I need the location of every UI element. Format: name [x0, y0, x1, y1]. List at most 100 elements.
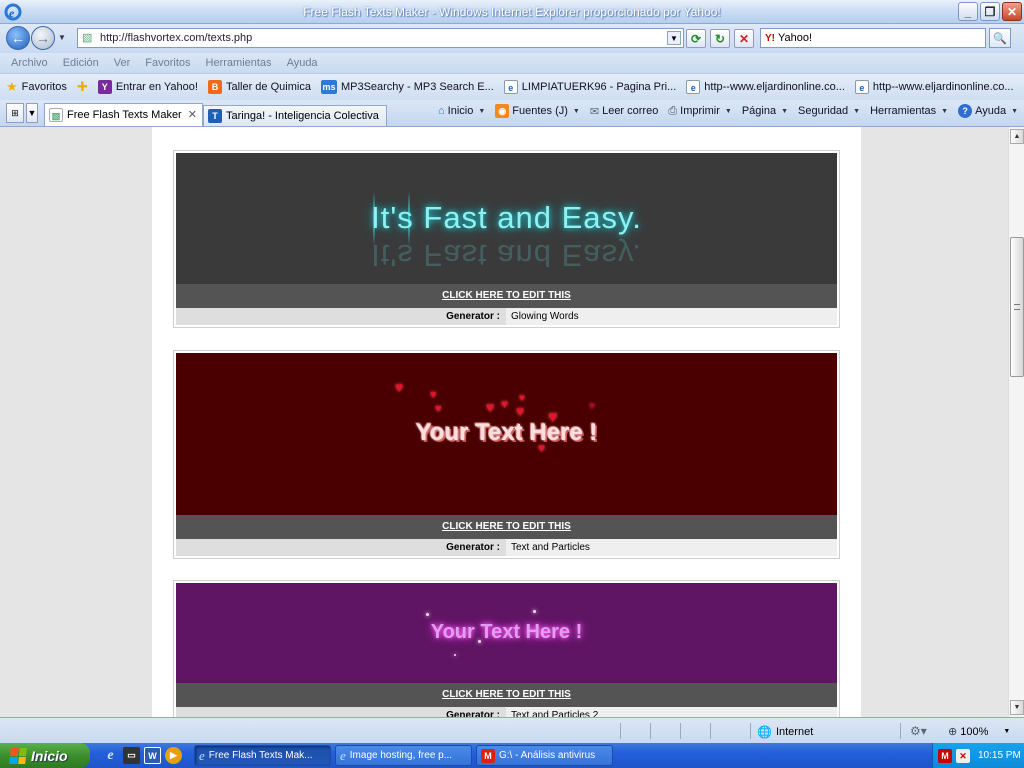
chevron-down-icon: ▼	[781, 107, 789, 115]
chevron-down-icon[interactable]: ▼	[573, 108, 580, 115]
print-button[interactable]: ⎙ Imprimir ▼	[668, 105, 731, 118]
antivirus-tray-icon[interactable]: M	[938, 748, 952, 763]
generator-card-text-particles: ♥ ♥ ♥ ♥ ♥ ♥ ♥ ♥ ♥ ♥ Your Text Here ! CLI…	[173, 350, 840, 559]
edit-link[interactable]: CLICK HERE TO EDIT THIS	[176, 284, 837, 308]
add-favorite-button[interactable]: ✚	[77, 79, 88, 95]
favorite-item-mp3searchy[interactable]: ms MP3Searchy - MP3 Search E...	[320, 80, 494, 94]
close-window-button[interactable]: ✕	[1002, 2, 1022, 21]
flash-banner-particles-2[interactable]: Your Text Here !	[176, 583, 837, 683]
word-quicklaunch-icon[interactable]: W	[144, 747, 161, 764]
generator-card-text-particles-2: Your Text Here ! CLICK HERE TO EDIT THIS…	[173, 580, 840, 717]
heart-particle-icon: ♥	[430, 389, 437, 401]
ie-page-icon: e	[503, 80, 518, 94]
chevron-down-icon: ▼	[941, 107, 949, 115]
clock[interactable]: 10:15 PM	[978, 750, 1021, 761]
chevron-down-icon[interactable]: ▼	[478, 108, 485, 115]
favorite-item-limpiatuerk[interactable]: e LIMPIATUERK96 - Pagina Pri...	[503, 80, 676, 94]
start-button[interactable]: Inicio	[0, 743, 90, 768]
scrollbar-thumb[interactable]	[1010, 237, 1024, 377]
zoom-icon: ⊕	[948, 726, 958, 738]
desktop-quicklaunch-icon[interactable]: ▭	[123, 747, 140, 764]
forward-button[interactable]: →	[31, 26, 55, 50]
minimize-button[interactable]: _	[958, 2, 978, 21]
scroll-up-icon[interactable]: ▲	[1010, 129, 1024, 144]
heart-particle-icon: ♥	[516, 403, 525, 419]
scroll-down-icon[interactable]: ▼	[1010, 700, 1024, 715]
search-input[interactable]: Y! Yahoo!	[760, 28, 986, 48]
taskbar: Inicio e ▭ W ▶ e Free Flash Texts Mak...…	[0, 743, 1024, 768]
menu-bar: Archivo Edición Ver Favoritos Herramient…	[0, 53, 1024, 73]
grip-icon	[1014, 304, 1020, 310]
home-icon: ⌂	[438, 105, 445, 117]
favorites-bar: ★ Favoritos ✚ Y Entrar en Yahoo! B Talle…	[0, 73, 1024, 100]
edit-link[interactable]: CLICK HERE TO EDIT THIS	[176, 515, 837, 539]
zoom-control[interactable]: ⊕ 100% ▼	[948, 725, 1011, 739]
search-placeholder: Yahoo!	[778, 32, 813, 44]
menu-tools[interactable]: Herramientas	[206, 57, 272, 69]
menu-favorites[interactable]: Favoritos	[145, 57, 190, 69]
security-alert-tray-icon[interactable]: ✕	[956, 748, 970, 763]
media-player-quicklaunch-icon[interactable]: ▶	[165, 747, 182, 764]
safety-menu-button[interactable]: Seguridad ▼	[798, 105, 860, 117]
task-image-hosting[interactable]: e Image hosting, free p...	[335, 745, 472, 766]
history-dropdown-icon[interactable]: ▼	[58, 33, 66, 42]
heart-particle-icon: ♥	[395, 379, 404, 395]
task-antivirus[interactable]: M G:\ - Análisis antivirus	[476, 745, 613, 766]
favorite-item-yahoo[interactable]: Y Entrar en Yahoo!	[97, 80, 198, 94]
window-title: Free Flash Texts Maker - Windows Interne…	[303, 5, 721, 19]
favorite-item-eljardin-1[interactable]: e http--www.eljardinonline.co...	[686, 80, 845, 94]
star-icon: ★	[6, 79, 18, 94]
search-button[interactable]: 🔍	[989, 28, 1011, 48]
ie-page-icon: e	[854, 80, 869, 94]
flash-banner-glowing[interactable]: It's Fast and Easy. It's Fast and Easy.	[176, 153, 837, 284]
home-button[interactable]: ⌂ Inicio ▼	[438, 105, 485, 117]
windows-flag-icon	[9, 747, 27, 764]
favorite-item-quimica[interactable]: B Taller de Quimica	[207, 80, 311, 94]
tab-list-dropdown-icon[interactable]: ▼	[26, 103, 38, 123]
ie-quicklaunch-icon[interactable]: e	[102, 747, 119, 764]
menu-help[interactable]: Ayuda	[287, 57, 318, 69]
feeds-button[interactable]: ◉ Fuentes (J) ▼	[495, 104, 580, 118]
task-free-flash-texts[interactable]: e Free Flash Texts Mak...	[194, 745, 331, 766]
status-separator	[620, 723, 621, 739]
tab-taringa[interactable]: T Taringa! - Inteligencia Colectiva	[203, 105, 387, 126]
heart-particle-icon: ♥	[435, 403, 442, 415]
address-bar[interactable]: ▧ http://flashvortex.com/texts.php ▼	[77, 28, 684, 48]
restore-button[interactable]: ❐	[980, 2, 1000, 21]
address-dropdown-icon[interactable]: ▼	[667, 31, 681, 45]
status-separator	[680, 723, 681, 739]
close-tab-icon[interactable]: ✕	[188, 108, 197, 121]
chevron-down-icon: ▼	[1011, 107, 1019, 115]
generator-card-glowing-words: It's Fast and Easy. It's Fast and Easy. …	[173, 150, 840, 328]
back-button[interactable]: ←	[6, 26, 30, 50]
compatibility-button[interactable]: ⟳	[686, 29, 706, 48]
tools-menu-button[interactable]: Herramientas ▼	[870, 105, 948, 117]
tab-free-flash-texts[interactable]: ▧ Free Flash Texts Maker ✕	[44, 103, 203, 126]
vertical-scrollbar[interactable]: ▲ ▼	[1008, 127, 1024, 717]
flash-banner-particles[interactable]: ♥ ♥ ♥ ♥ ♥ ♥ ♥ ♥ ♥ ♥ Your Text Here !	[176, 353, 837, 515]
yahoo-icon: Y	[97, 80, 112, 94]
protected-mode-icon[interactable]: ⚙▾	[910, 724, 927, 738]
generator-value: Text and Particles 2	[511, 710, 599, 717]
system-tray: M ✕ 10:15 PM	[932, 743, 1024, 768]
page-column: It's Fast and Easy. It's Fast and Easy. …	[152, 127, 861, 717]
quick-tabs-icon[interactable]: ⊞	[6, 103, 24, 123]
stop-button[interactable]: ✕	[734, 29, 754, 48]
security-zone[interactable]: 🌐 Internet	[757, 725, 813, 739]
help-menu-button[interactable]: ? Ayuda ▼	[958, 104, 1018, 118]
help-icon: ?	[958, 104, 973, 118]
refresh-button[interactable]: ↻	[710, 29, 730, 48]
menu-file[interactable]: Archivo	[11, 57, 48, 69]
chevron-down-icon: ▼	[1003, 728, 1011, 735]
ie-task-icon: e	[340, 747, 346, 763]
menu-edit[interactable]: Edición	[63, 57, 99, 69]
generator-row: Generator : Glowing Words	[176, 308, 837, 325]
favorite-item-eljardin-2[interactable]: e http--www.eljardinonline.co...	[854, 80, 1014, 94]
read-mail-button[interactable]: ✉ Leer correo	[590, 105, 658, 118]
edit-link[interactable]: CLICK HERE TO EDIT THIS	[176, 683, 837, 707]
tab-bar: ⊞ ▼ ▧ Free Flash Texts Maker ✕ T Taringa…	[0, 100, 1024, 127]
chevron-down-icon[interactable]: ▼	[725, 108, 732, 115]
page-menu-button[interactable]: Página ▼	[742, 105, 788, 117]
favorites-button[interactable]: ★ Favoritos	[6, 79, 67, 95]
menu-view[interactable]: Ver	[114, 57, 131, 69]
